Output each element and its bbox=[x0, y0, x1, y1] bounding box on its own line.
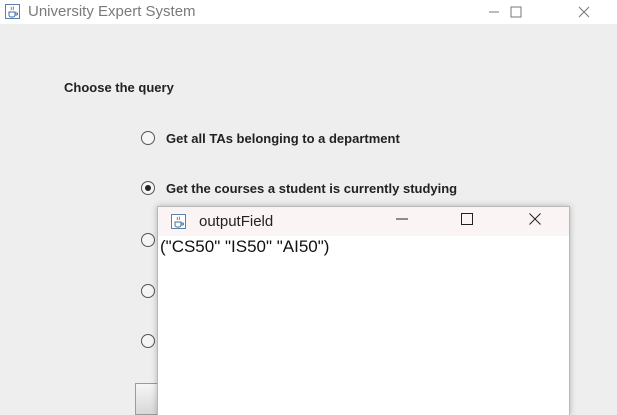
title-bar[interactable]: University Expert System bbox=[0, 0, 617, 24]
close-icon bbox=[528, 212, 542, 231]
java-cup-icon bbox=[5, 4, 20, 19]
query-label: Choose the query bbox=[64, 80, 174, 95]
output-text: ("CS50" "IS50" "AI50") bbox=[160, 237, 330, 256]
option-student-courses[interactable]: Get the courses a student is currently s… bbox=[141, 179, 457, 197]
output-area[interactable]: ("CS50" "IS50" "AI50") bbox=[158, 236, 569, 415]
dialog-minimize-button[interactable] bbox=[379, 207, 425, 236]
maximize-icon bbox=[510, 6, 522, 18]
option-tas-by-department[interactable]: Get all TAs belonging to a department bbox=[141, 129, 400, 147]
option-label: Get the courses a student is currently s… bbox=[166, 180, 458, 196]
maximize-button[interactable] bbox=[493, 0, 539, 24]
close-icon bbox=[578, 6, 590, 18]
minimize-icon bbox=[395, 212, 409, 231]
radio-button-selected[interactable] bbox=[141, 181, 155, 195]
radio-button[interactable] bbox=[141, 284, 155, 298]
dialog-close-button[interactable] bbox=[512, 207, 558, 236]
radio-button[interactable] bbox=[141, 334, 155, 348]
option-label: Get all TAs belonging to a department bbox=[166, 130, 400, 146]
output-dialog: outputField ("CS50" "IS50" "AI50") bbox=[157, 206, 570, 415]
dialog-title: outputField bbox=[199, 213, 274, 230]
window-title: University Expert System bbox=[28, 3, 196, 20]
close-button[interactable] bbox=[561, 0, 607, 24]
dialog-title-bar[interactable]: outputField bbox=[158, 207, 569, 236]
maximize-icon bbox=[460, 212, 474, 231]
radio-button[interactable] bbox=[141, 233, 155, 247]
radio-button[interactable] bbox=[141, 131, 155, 145]
dialog-maximize-button[interactable] bbox=[444, 207, 490, 236]
java-cup-icon bbox=[171, 214, 186, 229]
